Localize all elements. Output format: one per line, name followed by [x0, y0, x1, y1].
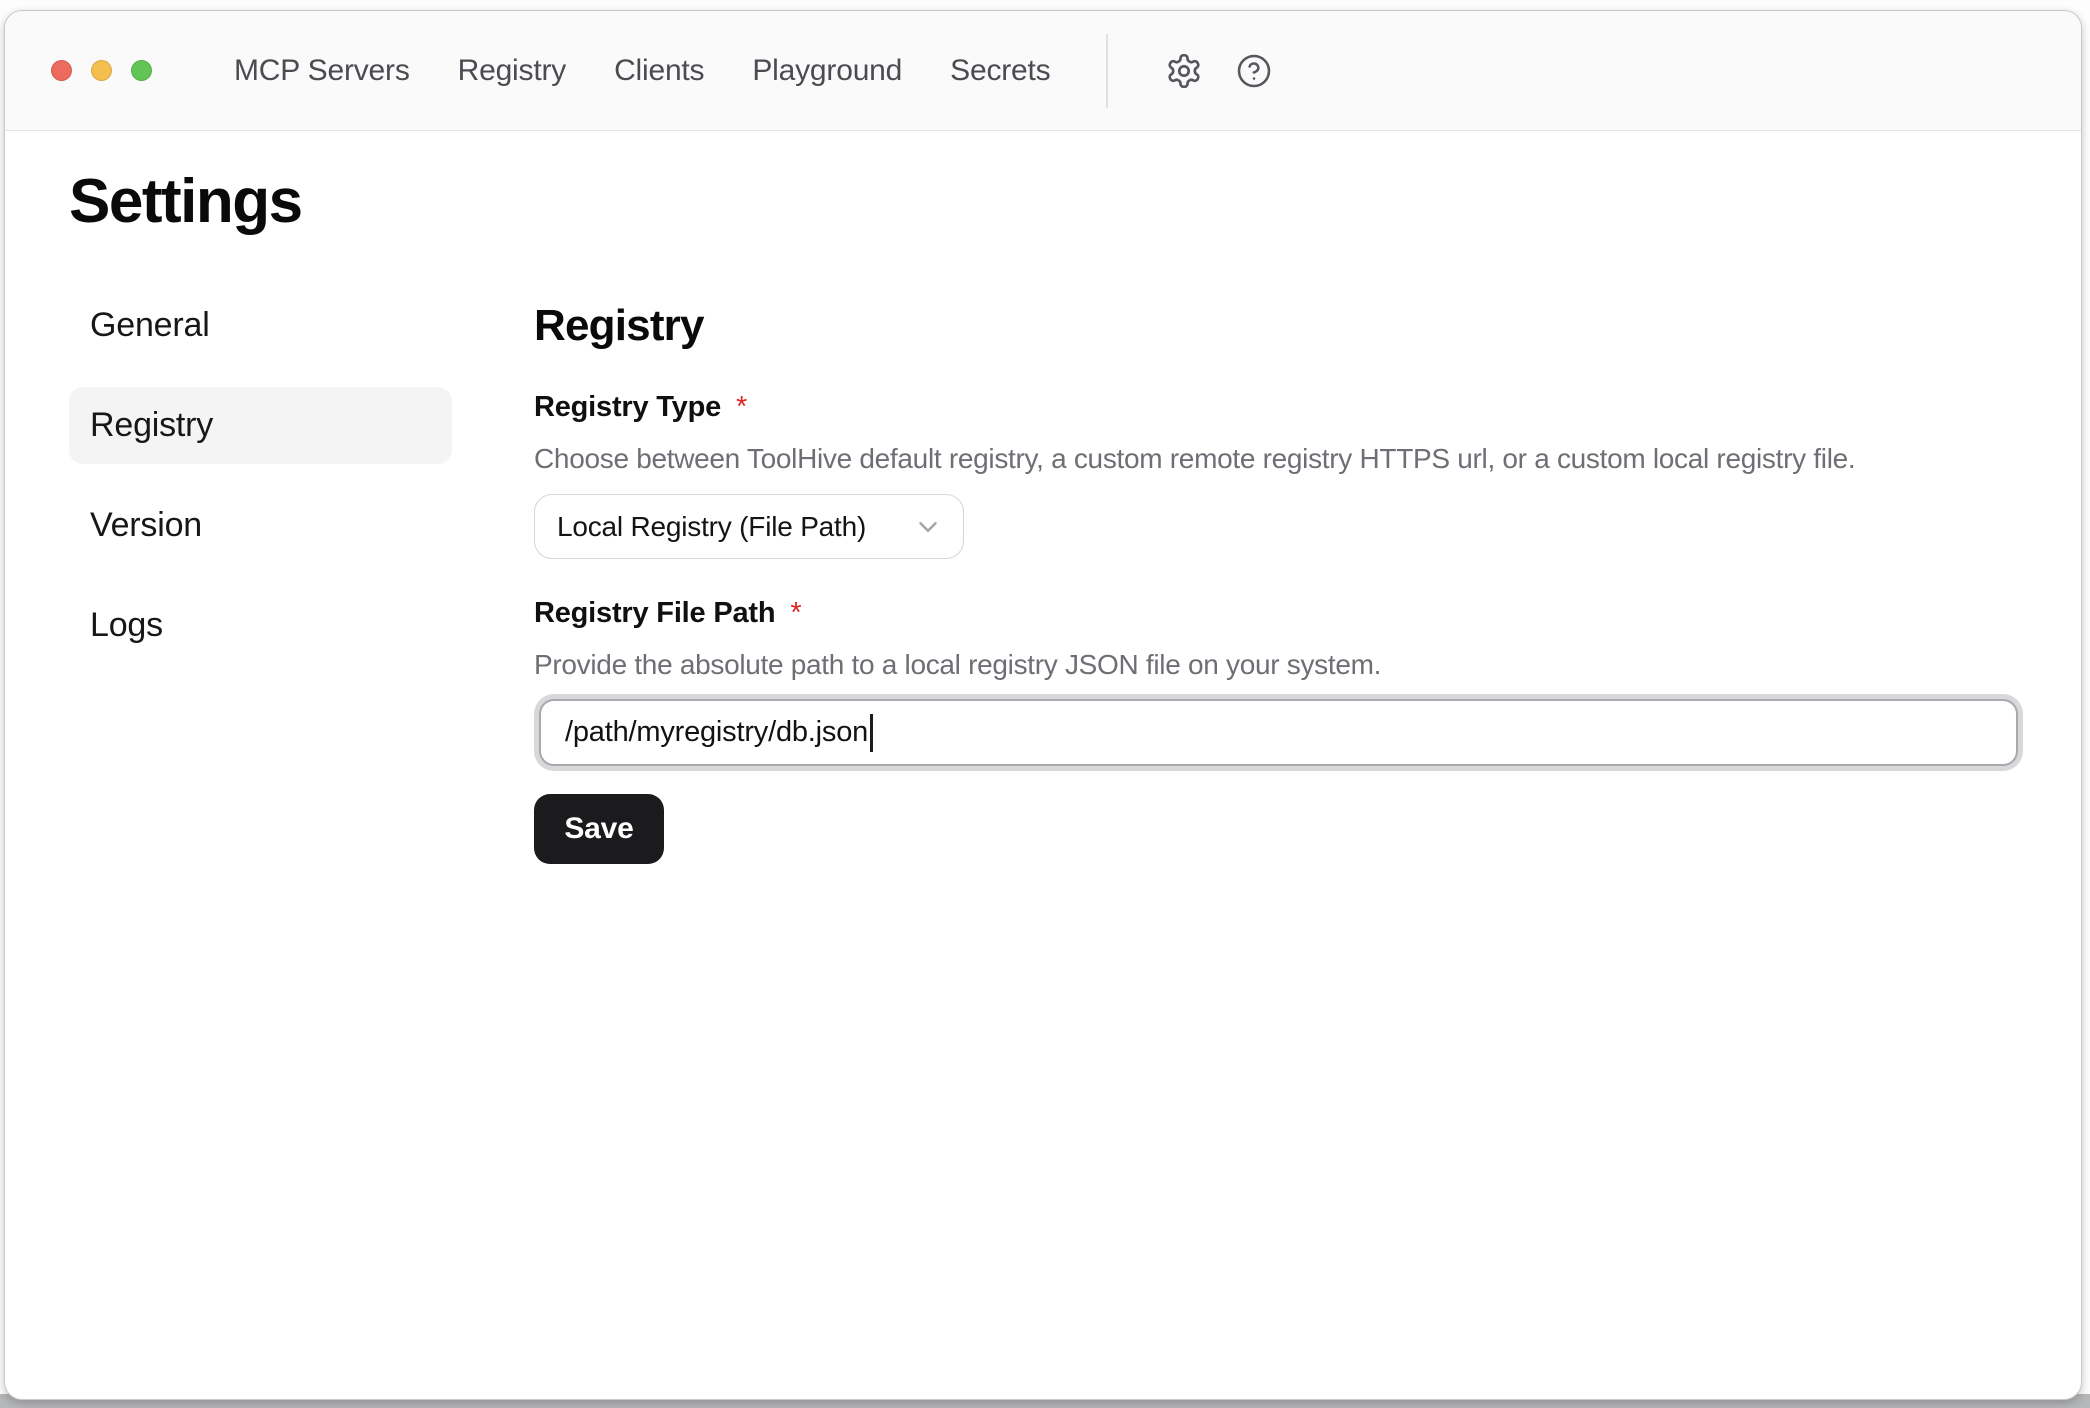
settings-icon	[1165, 52, 1203, 90]
registry-settings-panel: Registry Registry Type * Choose between …	[534, 287, 2023, 864]
minimize-button[interactable]	[91, 60, 112, 81]
nav-mcp-servers[interactable]: MCP Servers	[234, 54, 410, 88]
help-icon	[1236, 53, 1272, 89]
settings-button[interactable]	[1160, 47, 1208, 95]
settings-content: General Registry Version Logs Registry R…	[69, 287, 2081, 864]
help-button[interactable]	[1230, 47, 1278, 95]
close-button[interactable]	[51, 60, 72, 81]
registry-type-select[interactable]: Local Registry (File Path)	[534, 494, 964, 559]
sidebar-item-registry[interactable]: Registry	[69, 387, 452, 464]
nav-clients[interactable]: Clients	[614, 54, 704, 88]
save-button[interactable]: Save	[534, 794, 664, 864]
page-title: Settings	[69, 171, 2081, 233]
settings-sidebar: General Registry Version Logs	[69, 287, 452, 864]
required-asterisk: *	[736, 391, 747, 424]
registry-file-path-label-row: Registry File Path *	[534, 597, 2023, 630]
titlebar-divider	[1106, 34, 1108, 108]
nav-registry[interactable]: Registry	[458, 54, 566, 88]
sidebar-item-general[interactable]: General	[69, 287, 452, 364]
sidebar-item-logs[interactable]: Logs	[69, 587, 452, 664]
registry-file-path-value: /path/myregistry/db.json	[565, 716, 868, 749]
section-heading: Registry	[534, 299, 2023, 353]
registry-type-label-row: Registry Type *	[534, 391, 2023, 424]
settings-page: Settings General Registry Version Logs R…	[5, 131, 2081, 864]
registry-type-label: Registry Type	[534, 391, 721, 424]
sidebar-item-version[interactable]: Version	[69, 487, 452, 564]
registry-type-selected-value: Local Registry (File Path)	[557, 511, 866, 543]
registry-file-path-label: Registry File Path	[534, 597, 775, 630]
registry-file-path-input[interactable]: /path/myregistry/db.json	[539, 699, 2018, 766]
registry-file-path-description: Provide the absolute path to a local reg…	[534, 647, 2023, 683]
registry-type-description: Choose between ToolHive default registry…	[534, 441, 2023, 477]
titlebar: MCP Servers Registry Clients Playground …	[5, 11, 2081, 131]
window-controls	[51, 60, 152, 81]
nav-secrets[interactable]: Secrets	[950, 54, 1050, 88]
app-window: MCP Servers Registry Clients Playground …	[4, 10, 2082, 1400]
text-caret	[870, 714, 873, 752]
zoom-button[interactable]	[131, 60, 152, 81]
chevron-down-icon	[913, 512, 943, 542]
required-asterisk: *	[790, 597, 801, 630]
nav-playground[interactable]: Playground	[752, 54, 902, 88]
top-navigation: MCP Servers Registry Clients Playground …	[234, 54, 1050, 88]
